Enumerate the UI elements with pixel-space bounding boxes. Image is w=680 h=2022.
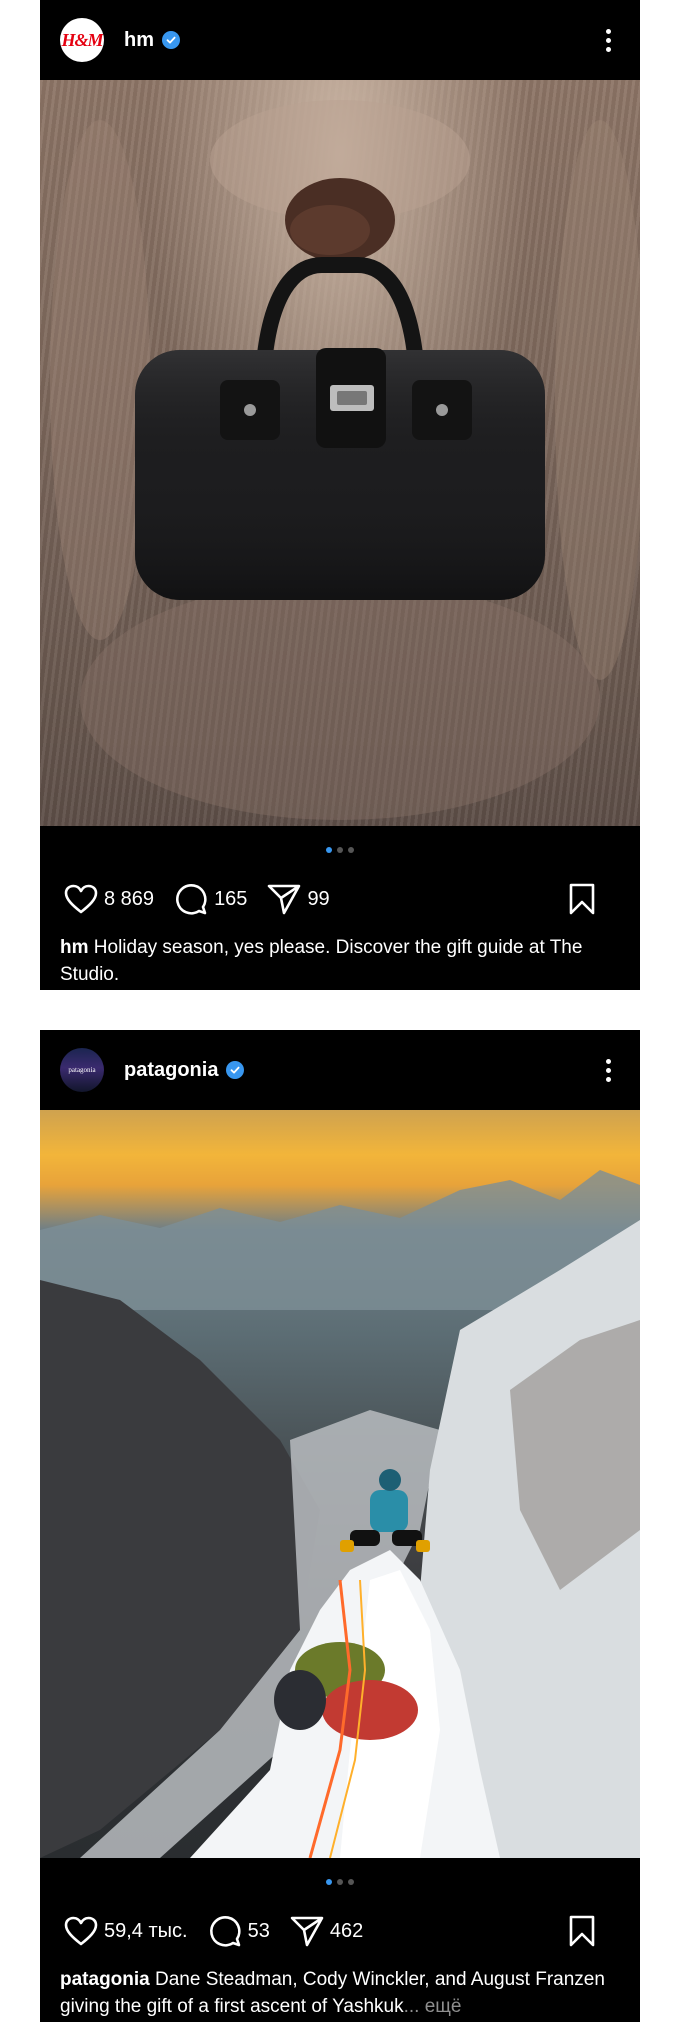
post-username[interactable]: patagonia bbox=[124, 1059, 218, 1082]
hm-logo: H&M bbox=[61, 29, 103, 50]
comment-button[interactable]: 165 bbox=[174, 882, 247, 916]
post-media-image[interactable] bbox=[40, 1110, 640, 1858]
feed-post: patagonia patagonia 59,4 тыс. 53 462 pat… bbox=[40, 1030, 640, 2022]
mountain-climber-summit-photo bbox=[40, 1170, 640, 1858]
comment-icon bbox=[209, 1916, 241, 1947]
share-icon bbox=[290, 1916, 324, 1947]
post-media-image[interactable] bbox=[40, 80, 640, 826]
post-username[interactable]: hm bbox=[124, 29, 154, 52]
save-button[interactable] bbox=[568, 883, 596, 915]
more-options-icon[interactable] bbox=[596, 1054, 620, 1086]
comment-button[interactable]: 53 bbox=[208, 1914, 270, 1948]
like-button[interactable]: 8 869 bbox=[64, 884, 154, 914]
bookmark-icon bbox=[569, 1915, 595, 1947]
comment-count: 165 bbox=[214, 887, 248, 910]
carousel-dot bbox=[348, 1879, 354, 1885]
like-count: 59,4 тыс. bbox=[104, 1919, 188, 1942]
carousel-indicator bbox=[40, 826, 640, 874]
like-count: 8 869 bbox=[104, 887, 155, 910]
fur-coat-handbag-photo bbox=[50, 100, 640, 820]
save-button[interactable] bbox=[568, 1915, 596, 1947]
verified-badge-icon bbox=[162, 31, 180, 49]
avatar[interactable]: patagonia bbox=[60, 1048, 104, 1092]
comment-icon bbox=[176, 884, 207, 915]
share-button[interactable]: 462 bbox=[290, 1915, 363, 1947]
heart-icon bbox=[64, 884, 98, 914]
caption-username[interactable]: patagonia bbox=[60, 1969, 150, 1990]
comment-count: 53 bbox=[247, 1919, 270, 1942]
post-header: H&M hm bbox=[40, 0, 640, 80]
post-caption: hm Holiday season, yes please. Discover … bbox=[40, 924, 640, 988]
carousel-dot-active bbox=[326, 847, 332, 853]
share-icon bbox=[268, 884, 301, 915]
heart-icon bbox=[64, 1916, 98, 1946]
bookmark-icon bbox=[569, 883, 595, 915]
share-count: 99 bbox=[307, 887, 330, 910]
post-caption: patagonia Dane Steadman, Cody Winckler, … bbox=[40, 1956, 640, 2020]
carousel-dot-active bbox=[326, 1879, 332, 1885]
caption-username[interactable]: hm bbox=[60, 937, 89, 958]
share-button[interactable]: 99 bbox=[267, 883, 330, 915]
carousel-dot bbox=[337, 847, 343, 853]
carousel-dot bbox=[348, 847, 354, 853]
post-actions: 8 869 165 99 bbox=[40, 874, 640, 924]
more-options-icon[interactable] bbox=[596, 24, 620, 56]
like-button[interactable]: 59,4 тыс. bbox=[64, 1916, 188, 1946]
feed-post: H&M hm 8 869 165 99 hm Holiday season, y… bbox=[40, 0, 640, 990]
post-header: patagonia patagonia bbox=[40, 1030, 640, 1110]
carousel-indicator bbox=[40, 1858, 640, 1906]
caption-text: Holiday season, yes please. Discover the… bbox=[60, 937, 583, 985]
patagonia-logo: patagonia bbox=[68, 1066, 96, 1074]
verified-badge-icon bbox=[226, 1061, 245, 1079]
caption-more-link[interactable]: ... ещё bbox=[404, 1996, 462, 2017]
avatar[interactable]: H&M bbox=[60, 18, 104, 62]
post-actions: 59,4 тыс. 53 462 bbox=[40, 1906, 640, 1956]
carousel-dot bbox=[337, 1879, 343, 1885]
share-count: 462 bbox=[329, 1919, 364, 1942]
